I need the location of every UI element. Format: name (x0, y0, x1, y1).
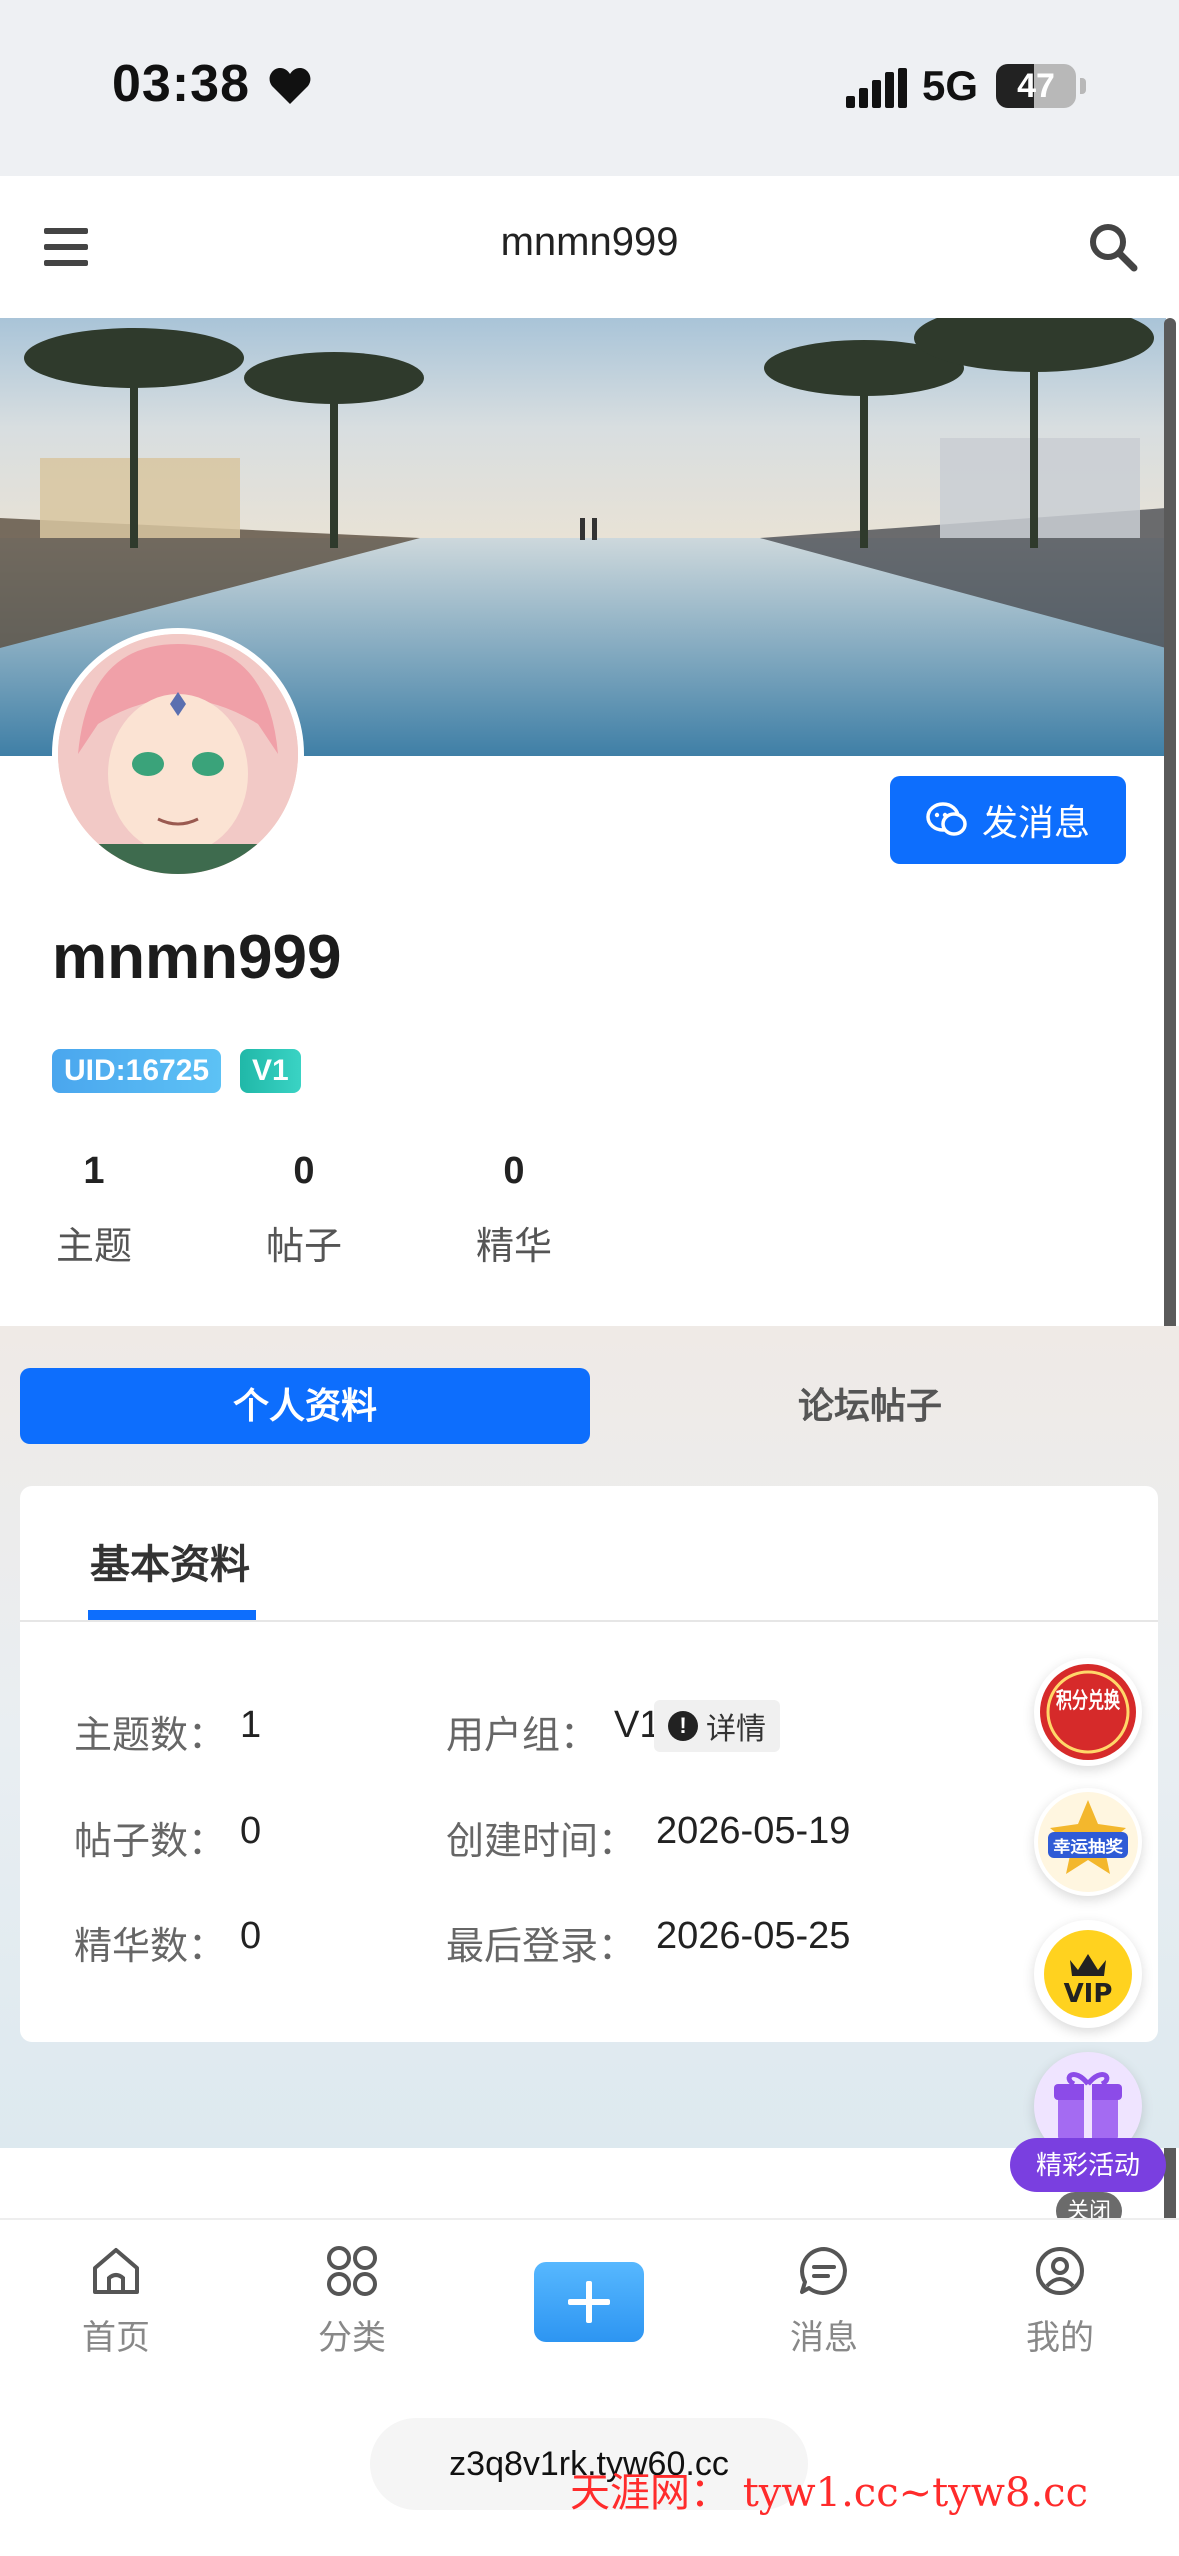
message-icon (800, 2247, 847, 2295)
tab-indicator (88, 1610, 256, 1620)
vip-text: VIP (1064, 1979, 1113, 2009)
posts-count-value: 0 (240, 1810, 262, 1852)
nav-messages-label: 消息 (790, 2319, 858, 2357)
nav-category[interactable]: 分类 (272, 2244, 432, 2359)
search-icon[interactable] (1086, 220, 1140, 274)
lucky-draw-text: 幸运抽奖 (1053, 1837, 1124, 1856)
last-login-value: 2026-05-25 (656, 1915, 851, 1957)
nav-home-label: 首页 (82, 2319, 150, 2357)
points-exchange-button[interactable]: 积分兑换 (1034, 1658, 1142, 1766)
group-detail-button[interactable]: ! 详情 (654, 1700, 780, 1752)
chat-icon (926, 802, 967, 836)
watermark: 天涯网： tyw1.cc~tyw8.cc (570, 2470, 1088, 2516)
points-exchange-text: 积分兑换 (1056, 1688, 1121, 1714)
stat-essence[interactable]: 0 精华 (444, 1150, 584, 1270)
stat-label: 帖子 (265, 1226, 342, 1268)
send-message-label: 发消息 (981, 802, 1090, 843)
user-group-label: 用户组： (446, 1715, 599, 1757)
battery-icon: 47 (996, 64, 1076, 108)
level-badge: V1 (240, 1049, 301, 1093)
stat-value: 1 (83, 1150, 105, 1192)
essence-count-value: 0 (240, 1915, 262, 1957)
create-post-button[interactable] (534, 2262, 644, 2342)
lucky-draw-button[interactable]: 幸运抽奖 (1034, 1788, 1142, 1896)
nav-profile[interactable]: 我的 (980, 2244, 1140, 2359)
top-header: mnmn999 (0, 176, 1179, 318)
info-icon: ! (668, 1711, 698, 1741)
created-time-value: 2026-05-19 (656, 1810, 851, 1852)
plus-icon (568, 2281, 610, 2323)
stat-posts[interactable]: 0 帖子 (234, 1150, 374, 1270)
tab-forum-posts[interactable]: 论坛帖子 (590, 1368, 1150, 1444)
activity-label[interactable]: 精彩活动 (1010, 2138, 1166, 2192)
home-icon (93, 2248, 139, 2294)
status-bar: 03:38 5G 47 (0, 0, 1179, 176)
nav-messages[interactable]: 消息 (744, 2244, 904, 2359)
nav-profile-label: 我的 (1026, 2319, 1094, 2357)
basic-info-tab[interactable]: 基本资料 (90, 1532, 250, 1590)
detail-label: 详情 (706, 1713, 766, 1746)
stat-label: 精华 (475, 1226, 552, 1268)
topics-count-value: 1 (240, 1704, 262, 1746)
profile-username: mnmn999 (52, 923, 342, 992)
status-time: 03:38 (112, 55, 250, 113)
page-title: mnmn999 (500, 220, 679, 264)
divider (20, 1620, 1158, 1622)
user-icon (1036, 2247, 1084, 2295)
posts-count-label: 帖子数： (74, 1821, 227, 1863)
stat-value: 0 (503, 1150, 525, 1192)
stat-topics[interactable]: 1 主题 (24, 1150, 164, 1270)
vip-button[interactable]: VIP (1034, 1920, 1142, 2028)
send-message-button[interactable]: 发消息 (890, 776, 1126, 864)
stat-label: 主题 (55, 1226, 132, 1268)
nav-home[interactable]: 首页 (36, 2244, 196, 2359)
last-login-label: 最后登录： (446, 1926, 637, 1968)
heart-icon (269, 68, 311, 104)
avatar[interactable] (52, 628, 304, 880)
network-type: 5G (922, 62, 979, 109)
topics-count-label: 主题数： (74, 1715, 227, 1757)
tab-personal-info[interactable]: 个人资料 (20, 1368, 590, 1444)
essence-count-label: 精华数： (74, 1926, 227, 1968)
nav-category-label: 分类 (318, 2319, 386, 2357)
signal-icon (846, 68, 907, 108)
category-icon (327, 2246, 377, 2296)
created-time-label: 创建时间： (446, 1821, 637, 1863)
uid-badge: UID:16725 (52, 1049, 222, 1093)
stat-value: 0 (293, 1150, 315, 1192)
